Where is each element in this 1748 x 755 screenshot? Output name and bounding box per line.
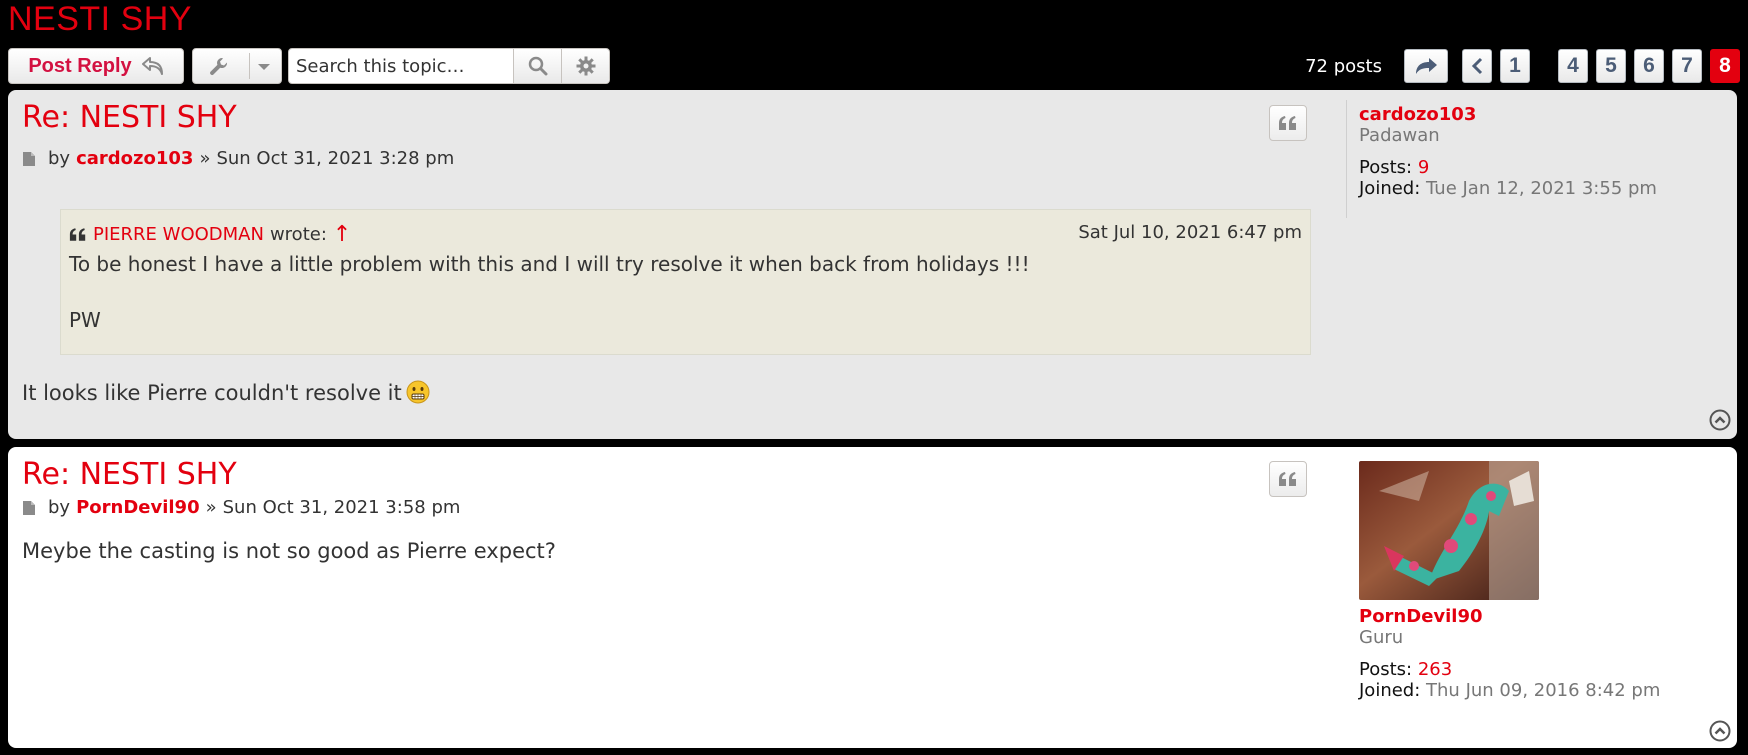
back-to-top-icon[interactable] <box>1709 409 1731 431</box>
meta-separator: » <box>205 497 217 518</box>
jump-to-page-button[interactable] <box>1404 49 1448 83</box>
topic-title[interactable]: NESTI SHY <box>8 0 192 39</box>
chevron-down-icon <box>258 64 270 70</box>
quote-icon <box>1279 472 1296 486</box>
page-link-4[interactable]: 4 <box>1558 49 1588 83</box>
joined-date: Thu Jun 09, 2016 8:42 pm <box>1426 680 1661 701</box>
profile-joined: Joined: Thu Jun 09, 2016 8:42 pm <box>1359 680 1660 701</box>
quote-mark-icon <box>69 228 86 241</box>
topic-tools-button[interactable] <box>192 48 282 84</box>
profile-username[interactable]: cardozo103 <box>1359 104 1657 125</box>
profile-divider <box>1346 100 1347 218</box>
quote-button[interactable] <box>1269 461 1307 497</box>
post-date: Sun Oct 31, 2021 3:58 pm <box>222 497 461 518</box>
quote-block: PIERRE WOODMAN wrote: ↑ Sat Jul 10, 2021… <box>60 209 1311 355</box>
user-avatar[interactable] <box>1359 461 1539 600</box>
search-icon <box>528 56 547 76</box>
joined-date: Tue Jan 12, 2021 3:55 pm <box>1426 178 1657 199</box>
quote-author-link[interactable]: PIERRE WOODMAN <box>93 224 264 245</box>
post-profile: PornDevil90 Guru Posts: 263 Joined: Thu … <box>1359 461 1660 701</box>
post-title[interactable]: Re: NESTI SHY <box>22 100 237 135</box>
profile-rank: Guru <box>1359 627 1404 648</box>
quote-text-line: To be honest I have a little problem wit… <box>69 252 1030 276</box>
posts-count-link[interactable]: 9 <box>1418 157 1429 178</box>
quote-button[interactable] <box>1269 105 1307 141</box>
joined-label: Joined: <box>1359 680 1421 701</box>
action-bar: Post Reply 72 posts 1 4 5 6 7 8 <box>8 48 1740 86</box>
tools-divider <box>249 53 250 79</box>
by-label: by <box>48 497 71 518</box>
quote-header: PIERRE WOODMAN wrote: ↑ <box>69 222 351 247</box>
post-meta: by PornDevil90 » Sun Oct 31, 2021 3:58 p… <box>22 497 460 518</box>
search-button[interactable] <box>513 49 561 83</box>
page-link-5[interactable]: 5 <box>1596 49 1626 83</box>
share-arrow-icon <box>1416 58 1437 74</box>
pagination: 72 posts 1 4 5 6 7 8 <box>1305 48 1740 84</box>
meta-separator: » <box>199 148 211 169</box>
post-reply-label: Post Reply <box>28 54 132 77</box>
page-link-6[interactable]: 6 <box>1634 49 1664 83</box>
search-input[interactable] <box>289 49 513 83</box>
posts-label: Posts: <box>1359 659 1413 680</box>
back-to-top-icon[interactable] <box>1709 720 1731 742</box>
post: Re: NESTI SHY by cardozo103 » Sun Oct 31… <box>8 90 1737 439</box>
gear-icon <box>576 56 595 76</box>
quote-text-line: PW <box>69 308 101 332</box>
post-content: Meybe the casting is not so good as Pier… <box>22 539 556 563</box>
grimace-emoji-icon <box>406 380 430 404</box>
profile-username[interactable]: PornDevil90 <box>1359 606 1660 627</box>
profile-posts: Posts: 9 <box>1359 157 1657 178</box>
profile-joined: Joined: Tue Jan 12, 2021 3:55 pm <box>1359 178 1657 199</box>
search-box <box>288 48 610 84</box>
advanced-search-button[interactable] <box>561 49 609 83</box>
post-reply-button[interactable]: Post Reply <box>8 48 184 84</box>
page-link-7[interactable]: 7 <box>1672 49 1702 83</box>
wrench-icon <box>210 58 228 75</box>
posts-label: Posts: <box>1359 157 1413 178</box>
post-profile: cardozo103 Padawan Posts: 9 Joined: Tue … <box>1359 104 1657 199</box>
post-date: Sun Oct 31, 2021 3:28 pm <box>216 148 455 169</box>
profile-posts: Posts: 263 <box>1359 659 1660 680</box>
quote-date: Sat Jul 10, 2021 6:47 pm <box>1078 222 1302 243</box>
post-meta: by cardozo103 » Sun Oct 31, 2021 3:28 pm <box>22 148 454 169</box>
post-title[interactable]: Re: NESTI SHY <box>22 457 237 492</box>
post-count: 72 posts <box>1305 55 1382 77</box>
by-label: by <box>48 148 71 169</box>
post-content: It looks like Pierre couldn't resolve it <box>22 380 430 405</box>
post-author-link[interactable]: cardozo103 <box>76 148 193 169</box>
chevron-left-icon <box>1471 57 1483 75</box>
reply-icon <box>141 57 163 75</box>
post-text: Meybe the casting is not so good as Pier… <box>22 539 556 563</box>
profile-rank: Padawan <box>1359 125 1440 146</box>
previous-page-button[interactable] <box>1462 49 1492 83</box>
page-link-1[interactable]: 1 <box>1500 49 1530 83</box>
joined-label: Joined: <box>1359 178 1421 199</box>
post-icon[interactable] <box>22 151 36 167</box>
post-author-link[interactable]: PornDevil90 <box>76 497 200 518</box>
posts-count-link[interactable]: 263 <box>1418 659 1452 680</box>
post-text: It looks like Pierre couldn't resolve it <box>22 381 402 405</box>
post-icon[interactable] <box>22 500 36 516</box>
post: Re: NESTI SHY by PornDevil90 » Sun Oct 3… <box>8 447 1737 748</box>
quote-source-link[interactable]: ↑ <box>333 222 351 247</box>
quote-icon <box>1279 116 1296 130</box>
quote-wrote-label: wrote: <box>269 224 327 245</box>
page-link-current: 8 <box>1710 49 1740 83</box>
